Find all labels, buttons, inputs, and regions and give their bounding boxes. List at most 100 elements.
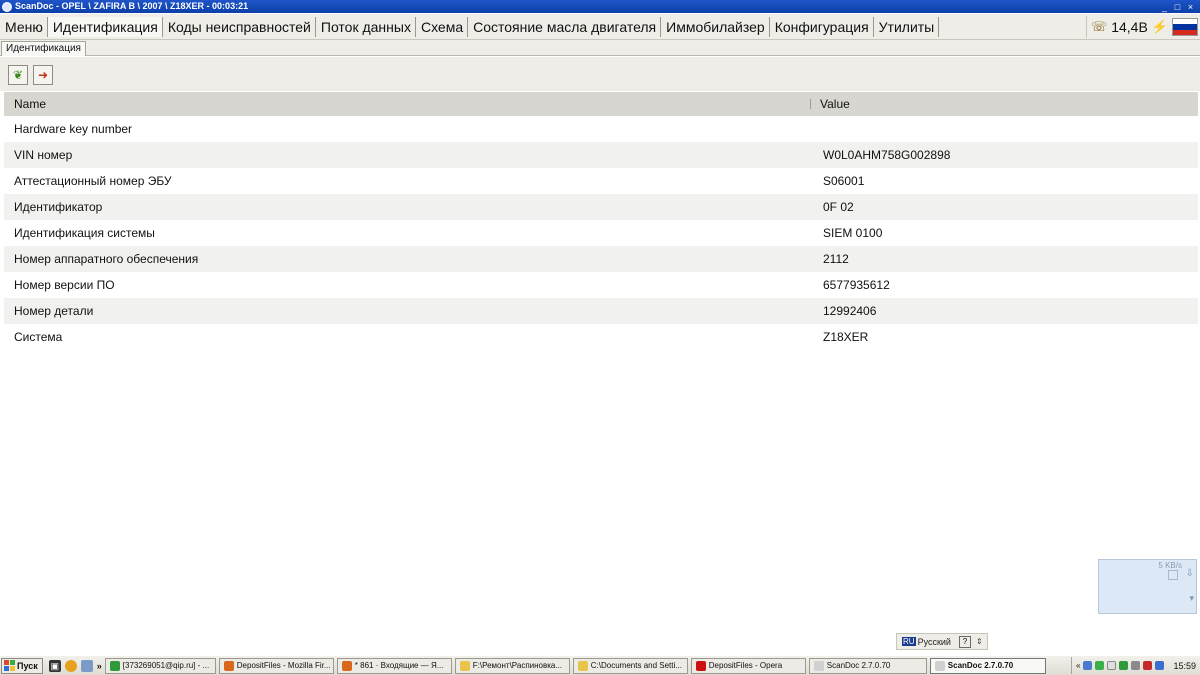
- phone-icon: ☏: [1090, 19, 1108, 34]
- column-resize-handle[interactable]: [810, 99, 812, 109]
- task-app-icon: [695, 660, 706, 671]
- desktop-icon[interactable]: ▣: [48, 659, 61, 672]
- help-icon[interactable]: ?: [958, 635, 971, 648]
- tab-identification[interactable]: Идентификация: [1, 41, 86, 56]
- volume-icon[interactable]: [1131, 661, 1141, 670]
- task-app-icon: [341, 660, 352, 671]
- task-list: [373269051@qip.ru] - ... DepositFiles - M…: [102, 657, 1046, 674]
- language-bar-options-icon[interactable]: ⇕: [976, 637, 983, 646]
- task-label: C:\Documents and Setti...: [590, 661, 682, 670]
- battery-voltage: 14,4В: [1111, 19, 1148, 35]
- task-app-icon: [223, 660, 234, 671]
- row-name: Идентификатор: [14, 200, 103, 214]
- clock: 15:59: [1173, 660, 1196, 671]
- download-arrow-icon: ⇩: [1185, 568, 1194, 579]
- toolbar: ❦ ➜: [0, 57, 1200, 91]
- menu-item-4[interactable]: Схема: [416, 16, 469, 37]
- mail-icon[interactable]: [1107, 661, 1117, 670]
- row-name: Hardware key number: [14, 122, 133, 136]
- main-menu: Меню Идентификация Коды неисправностей Пото…: [0, 16, 940, 37]
- row-name: VIN номер: [14, 148, 73, 162]
- task-app-icon: [934, 660, 945, 671]
- row-value: 6577935612: [823, 278, 890, 292]
- update-icon[interactable]: [1155, 661, 1165, 670]
- network-monitor-widget[interactable]: 5 KB/s ⇩ ▾: [1098, 559, 1197, 614]
- tray-expand[interactable]: «: [1076, 661, 1080, 670]
- identification-table: Name Value Hardware key number VIN номер W…: [4, 92, 1198, 350]
- settings-icon[interactable]: [80, 659, 93, 672]
- network-icon[interactable]: [1083, 661, 1093, 670]
- language-name[interactable]: Русский: [918, 637, 951, 647]
- table-row[interactable]: Идентификатор 0F 02: [4, 194, 1198, 220]
- column-header-value[interactable]: Value: [820, 97, 1198, 111]
- refresh-button[interactable]: ❦: [8, 65, 28, 85]
- status-area: ☏ 14,4В ⚡: [1085, 16, 1200, 38]
- language-bar: RU Русский ? ⇕: [896, 633, 988, 650]
- system-tray: « 15:59: [1071, 657, 1200, 674]
- row-value: 2112: [823, 252, 849, 266]
- start-label: Пуск: [17, 660, 38, 671]
- shield-icon[interactable]: [1143, 661, 1153, 670]
- row-name: Идентификация системы: [14, 226, 155, 240]
- menu-item-7[interactable]: Конфигурация: [770, 16, 874, 37]
- antivirus-icon[interactable]: [1119, 661, 1129, 670]
- table-row[interactable]: Идентификация системы SIEM 0100: [4, 220, 1198, 246]
- row-name: Номер версии ПО: [14, 278, 115, 292]
- table-row[interactable]: VIN номер W0L0AHM758G002898: [4, 142, 1198, 168]
- taskbar-task-0[interactable]: [373269051@qip.ru] - ...: [104, 657, 216, 674]
- menu-item-1[interactable]: Идентификация: [47, 16, 163, 37]
- widget-square-icon: [1168, 570, 1178, 580]
- row-name: Аттестационный номер ЭБУ: [14, 174, 172, 188]
- close-button[interactable]: ×: [1185, 2, 1196, 12]
- network-rate: 5 KB/s: [1158, 561, 1182, 570]
- row-value: 0F 02: [823, 200, 854, 214]
- plug-icon: ⚡: [1151, 19, 1168, 34]
- minimize-button[interactable]: _: [1159, 2, 1170, 12]
- row-value: W0L0AHM758G002898: [823, 148, 951, 162]
- table-body: Hardware key number VIN номер W0L0AHM758G0…: [4, 116, 1198, 350]
- menu-item-8[interactable]: Утилиты: [874, 16, 940, 37]
- task-label: * 861 · Входящие — Я...: [354, 661, 444, 670]
- language-code[interactable]: RU: [902, 637, 916, 646]
- table-row[interactable]: Аттестационный номер ЭБУ S06001: [4, 168, 1198, 194]
- export-arrow-icon: ➜: [37, 68, 49, 82]
- taskbar-task-3[interactable]: F:\Ремонт\Распиновка...: [454, 657, 570, 674]
- taskbar-task-6[interactable]: ScanDoc 2.7.0.70: [808, 657, 927, 674]
- menu-item-2[interactable]: Коды неисправностей: [163, 16, 316, 37]
- row-name: Система: [14, 330, 63, 344]
- browser-icon[interactable]: [64, 659, 77, 672]
- task-label: DepositFiles - Mozilla Fir...: [236, 661, 331, 670]
- table-row[interactable]: Номер детали 12992406: [4, 298, 1198, 324]
- leaf-icon: ❦: [12, 68, 24, 82]
- taskbar-task-2[interactable]: * 861 · Входящие — Я...: [336, 657, 452, 674]
- row-value: SIEM 0100: [823, 226, 883, 240]
- table-row[interactable]: Номер аппаратного обеспечения 2112: [4, 246, 1198, 272]
- row-value: S06001: [823, 174, 865, 188]
- start-button[interactable]: Пуск: [1, 657, 43, 674]
- chat-icon[interactable]: [1095, 661, 1105, 670]
- table-row[interactable]: Система Z18XER: [4, 324, 1198, 350]
- column-header-name[interactable]: Name: [4, 97, 810, 111]
- menu-item-3[interactable]: Поток данных: [316, 16, 416, 37]
- export-button[interactable]: ➜: [33, 65, 53, 85]
- maximize-button[interactable]: □: [1172, 2, 1183, 12]
- taskbar-task-1[interactable]: DepositFiles - Mozilla Fir...: [218, 657, 334, 674]
- row-value: Z18XER: [823, 330, 869, 344]
- menu-item-5[interactable]: Состояние масла двигателя: [468, 16, 662, 37]
- task-label: [373269051@qip.ru] - ...: [122, 661, 210, 670]
- task-app-icon: [813, 660, 824, 671]
- task-label: DepositFiles - Opera: [708, 661, 783, 670]
- taskbar-task-7[interactable]: ScanDoc 2.7.0.70: [929, 657, 1046, 674]
- language-flag-icon[interactable]: [1172, 18, 1198, 36]
- table-header: Name Value: [4, 92, 1198, 116]
- row-name: Номер детали: [14, 304, 94, 318]
- row-name: Номер аппаратного обеспечения: [14, 252, 199, 266]
- row-value: 12992406: [823, 304, 877, 318]
- menu-item-6[interactable]: Иммобилайзер: [661, 16, 770, 37]
- taskbar-task-4[interactable]: C:\Documents and Setti...: [572, 657, 688, 674]
- table-row[interactable]: Hardware key number: [4, 116, 1198, 142]
- menu-item-0[interactable]: Меню: [0, 16, 48, 37]
- task-app-icon: [109, 660, 120, 671]
- table-row[interactable]: Номер версии ПО 6577935612: [4, 272, 1198, 298]
- taskbar-task-5[interactable]: DepositFiles - Opera: [690, 657, 806, 674]
